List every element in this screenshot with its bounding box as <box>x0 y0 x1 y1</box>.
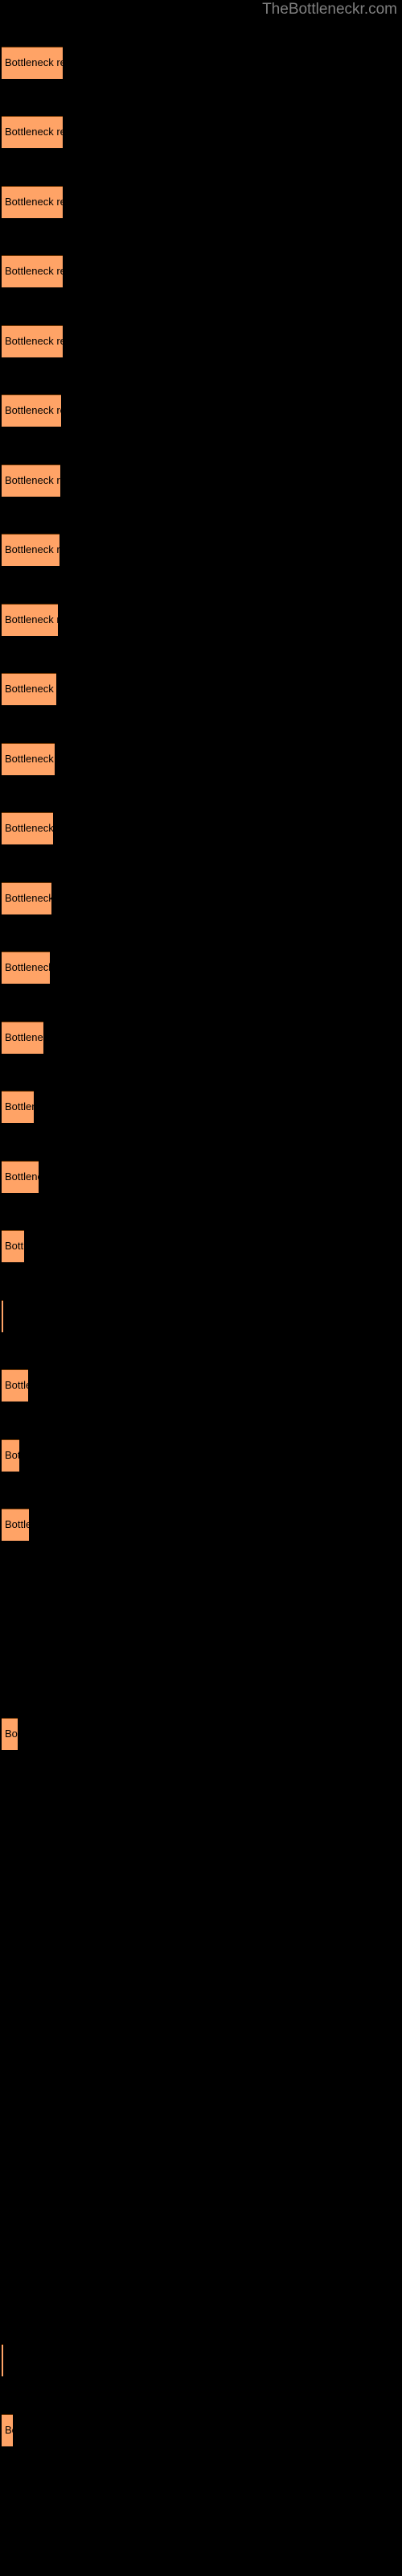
chart-bar[interactable]: Bottleneck result <box>2 534 59 566</box>
bar-label: Bottleneck result <box>5 1518 29 1530</box>
chart-bar[interactable]: Bottleneck result <box>2 673 56 705</box>
chart-bar[interactable]: Bottleneck result <box>2 2344 3 2376</box>
bar-label: Bottleneck result <box>5 892 51 904</box>
chart-bar[interactable]: Bottleneck result <box>2 1091 34 1123</box>
bottleneck-bar-chart: Bottleneck result Bottleneck result Bottle… <box>0 0 402 2576</box>
bar-label: Bottleneck result <box>5 56 63 68</box>
chart-bar[interactable]: Bottleneck result <box>2 1230 24 1262</box>
chart-bar[interactable]: Bottleneck result <box>2 394 61 427</box>
bar-label: Bottleneck result <box>5 1031 43 1043</box>
chart-bar[interactable]: Bottleneck result <box>2 1161 39 1193</box>
bar-label: Bottleneck result <box>5 543 59 555</box>
chart-bar[interactable]: Bottleneck result <box>2 952 50 984</box>
bar-label: Bottleneck result <box>5 1728 18 1740</box>
bar-label: Bottleneck result <box>5 265 63 277</box>
chart-bar[interactable]: Bottleneck result <box>2 116 63 148</box>
bar-label: Bottleneck result <box>5 683 56 695</box>
bar-label: Bottleneck result <box>5 2424 13 2436</box>
bar-label: Bottleneck result <box>5 1449 19 1461</box>
chart-bar[interactable]: Bottleneck result <box>2 2414 13 2446</box>
bar-label: Bottleneck result <box>5 404 61 416</box>
chart-bar[interactable]: Bottleneck result <box>2 812 53 844</box>
bar-label: Bottleneck result <box>5 196 63 208</box>
chart-bar[interactable]: Bottleneck result <box>2 743 55 775</box>
bar-label: Bottleneck result <box>5 1170 39 1183</box>
chart-bar[interactable]: Bottleneck result <box>2 1022 43 1054</box>
chart-bar[interactable]: Bottleneck result <box>2 1369 28 1402</box>
bar-label: Bottleneck result <box>5 822 53 834</box>
bar-label: Bottleneck result <box>5 1100 34 1113</box>
chart-bar[interactable]: Bottleneck result <box>2 464 60 497</box>
chart-bar[interactable]: Bottleneck result <box>2 325 63 357</box>
bar-label: Bottleneck result <box>5 474 60 486</box>
chart-bar[interactable]: Bottleneck result <box>2 1718 18 1750</box>
chart-bar[interactable]: Bottleneck result <box>2 604 58 636</box>
chart-bar[interactable]: Bottleneck result <box>2 1300 3 1332</box>
chart-bar[interactable]: Bottleneck result <box>2 1509 29 1541</box>
bar-label: Bottleneck result <box>5 335 63 347</box>
chart-bar[interactable]: Bottleneck result <box>2 1439 19 1472</box>
bar-label: Bottleneck result <box>5 753 55 765</box>
bar-label: Bottleneck result <box>5 961 50 973</box>
bar-label: Bottleneck result <box>5 126 63 138</box>
bar-label: Bottleneck result <box>5 1379 28 1391</box>
chart-bar[interactable]: Bottleneck result <box>2 47 63 79</box>
chart-bar[interactable]: Bottleneck result <box>2 186 63 218</box>
chart-bar[interactable]: Bottleneck result <box>2 255 63 287</box>
bar-label: Bottleneck result <box>5 613 58 625</box>
chart-bar[interactable]: Bottleneck result <box>2 882 51 914</box>
bar-label: Bottleneck result <box>5 1240 24 1252</box>
